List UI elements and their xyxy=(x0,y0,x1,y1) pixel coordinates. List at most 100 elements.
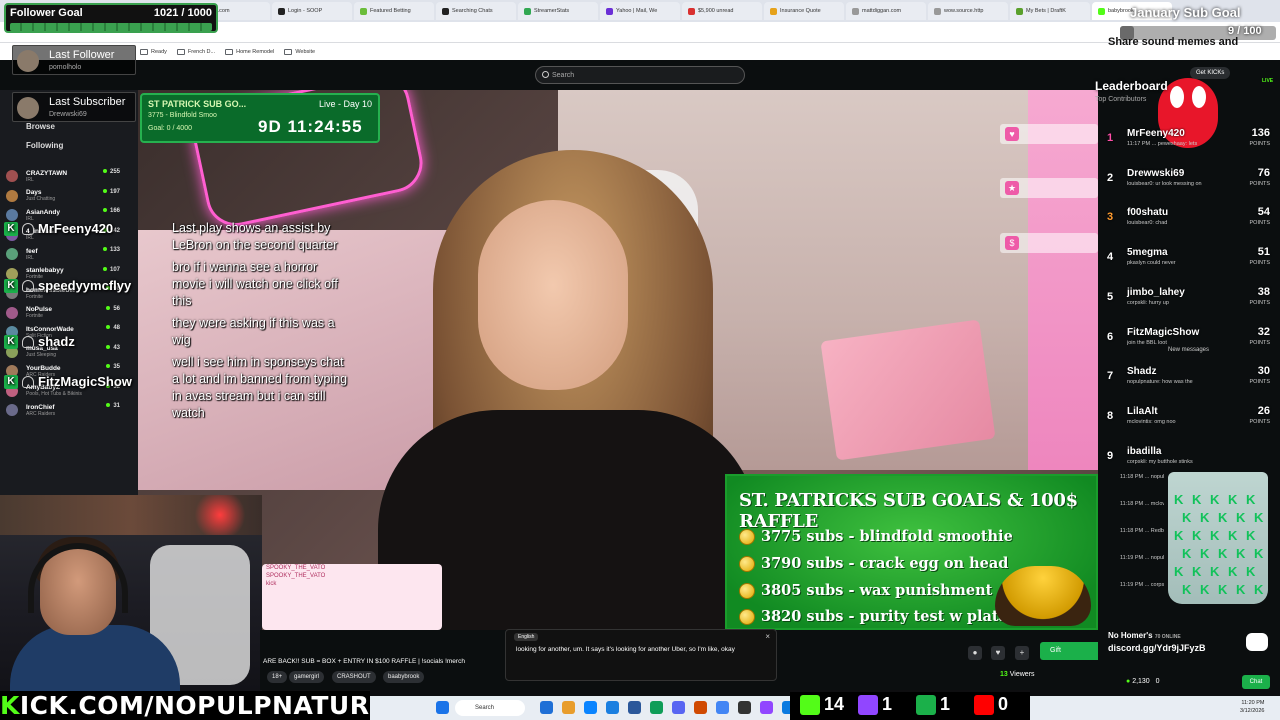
browser-tab[interactable]: Yahoo | Mail, We xyxy=(600,2,680,20)
sidebar-channel[interactable]: NoPulse Fortnite 56 xyxy=(6,303,134,323)
share-text: Share sound memes and xyxy=(1108,36,1239,48)
browser-tab[interactable]: StreamerStats xyxy=(518,2,598,20)
viewer-count-value: 107 xyxy=(109,266,120,273)
heart-icon: ♥ xyxy=(1005,127,1019,141)
browser-tab[interactable]: mattdiggan.com xyxy=(846,2,926,20)
browser-tab[interactable]: wow.source.http xyxy=(928,2,1008,20)
leaderboard-points: 26 xyxy=(1257,404,1270,417)
tag[interactable]: baabybrook xyxy=(383,671,425,683)
sidebar-channel[interactable]: IronChief ARC Raiders 31 xyxy=(6,400,134,420)
social-count: 14 xyxy=(800,694,844,715)
sidebar-channel[interactable]: CRAZYTAWN IRL 255 xyxy=(6,166,134,186)
user-icon xyxy=(22,335,34,348)
taskbar-app-icon[interactable] xyxy=(694,701,707,714)
taskbar-app-icon[interactable] xyxy=(716,701,729,714)
leaderboard-row: 3 f00shatu louisbear0: chad 54 POINTS xyxy=(1100,205,1276,233)
coin-icon xyxy=(739,608,755,625)
channel-category: IRL xyxy=(26,176,34,183)
last-follower-label: Last Follower xyxy=(49,49,115,61)
kick-logo-icon: K xyxy=(1236,510,1246,525)
kick-badge-icon: K xyxy=(4,334,18,349)
folder-icon xyxy=(284,48,293,55)
close-icon[interactable]: × xyxy=(765,632,770,641)
viewer-count-value: 56 xyxy=(113,305,120,312)
bell-icon[interactable]: ● xyxy=(968,646,982,660)
leaderboard-row: 4 5megma pkaslyn could never 51 POINTS xyxy=(1100,245,1276,273)
bookmark[interactable]: Home Remodel xyxy=(225,48,274,55)
taskbar-app-icon[interactable] xyxy=(628,701,641,714)
live-dot-icon xyxy=(106,305,111,310)
browser-tab[interactable]: My Bets | DraftK xyxy=(1010,2,1090,20)
browser-tab[interactable]: $5,900 unread xyxy=(682,2,762,20)
kicks-balance: ● 2,130 0 xyxy=(1126,678,1160,685)
live-dot-icon xyxy=(102,208,107,213)
leaderboard-row: 9 ibadilla corpskli: my butthole stinks xyxy=(1100,444,1276,472)
taskbar-app-icon[interactable] xyxy=(584,701,597,714)
leaderboard-name: Shadz xyxy=(1127,366,1157,378)
sidebar-channel[interactable]: feef IRL 133 xyxy=(6,244,134,264)
raffle-row-text: 3775 subs - blindfold smoothie xyxy=(761,528,1013,545)
bookmark[interactable]: Ready xyxy=(140,48,167,55)
get-kicks-button[interactable]: Get KICKs xyxy=(1190,67,1231,79)
tag[interactable]: gamergirl xyxy=(289,671,325,683)
viewer-count: 133 xyxy=(102,247,120,253)
taskbar-app-icon[interactable] xyxy=(738,701,751,714)
windows-start-icon[interactable] xyxy=(436,701,449,714)
browser-tab[interactable]: Featured Betting xyxy=(354,2,434,20)
browser-tab[interactable]: Searching Chats xyxy=(436,2,516,20)
chat-button[interactable]: Chat xyxy=(1242,675,1270,689)
social-platform-icon xyxy=(974,694,994,715)
social-count-value: 1 xyxy=(882,694,893,714)
channel-name: ItsConnorWade xyxy=(26,325,74,333)
taskbar-app-icon[interactable] xyxy=(672,701,685,714)
browser-tab[interactable]: Insurance Quote xyxy=(764,2,844,20)
search-input[interactable]: Search xyxy=(535,66,745,84)
leaderboard-rank: 7 xyxy=(1107,370,1114,383)
viewer-count-value: 197 xyxy=(109,188,120,195)
kick-badge-icon: K xyxy=(4,278,18,293)
last-subscriber-card: Last Subscriber Drewwski69 xyxy=(12,92,136,122)
taskbar-app-icon[interactable] xyxy=(650,701,663,714)
star-icon: ★ xyxy=(1005,181,1019,195)
plus-icon[interactable]: + xyxy=(1015,646,1029,660)
gift-subs-button[interactable]: Gift xyxy=(1040,642,1102,660)
taskbar-app-icon[interactable] xyxy=(606,701,619,714)
live-dot-icon xyxy=(106,344,111,349)
new-messages-indicator[interactable]: New messages xyxy=(1168,347,1209,353)
viewer-count-value: 43 xyxy=(113,344,120,351)
viewer-count: 13 Viewers xyxy=(1000,671,1035,678)
heart-icon[interactable]: ♥ xyxy=(991,646,1005,660)
browser-tab-label: Featured Betting xyxy=(370,8,411,14)
bookmark[interactable]: French D... xyxy=(176,48,215,55)
chat-message: 11:17 PM ... peweshaay: lets xyxy=(1127,141,1198,147)
tag[interactable]: 18+ xyxy=(267,671,288,683)
leaderboard-name: ibadilla xyxy=(1127,445,1162,457)
tag[interactable]: CRASHOUT xyxy=(332,671,376,683)
viewer-count-value: 133 xyxy=(109,247,120,253)
leaderboard-rank: 3 xyxy=(1107,211,1114,224)
caption-language-select[interactable]: English xyxy=(514,633,539,641)
live-dot-icon xyxy=(106,364,111,369)
last-subscriber-label: Last Subscriber xyxy=(49,96,126,108)
mini-chat-line: SPOOKY_THE_VATO xyxy=(266,573,326,579)
leaderboard-rank: 6 xyxy=(1107,330,1114,343)
points-label: POINTS xyxy=(1249,339,1270,346)
chat-line: well i see him in sponseys chat a lot an… xyxy=(172,355,348,420)
taskbar-app-icon[interactable] xyxy=(540,701,553,714)
browser-tab[interactable]: Login - SOOP xyxy=(272,2,352,20)
taskbar-search[interactable]: Search xyxy=(455,700,525,716)
sidebar-browse[interactable]: Browse xyxy=(26,122,55,131)
sidebar-channel[interactable]: Days Just Chatting 197 xyxy=(6,186,134,206)
kick-logo-icon: K xyxy=(1192,564,1202,579)
leaderboard-subtitle: Top Contributors xyxy=(1095,96,1147,103)
taskbar-app-icon[interactable] xyxy=(562,701,575,714)
kick-logo-icon: K xyxy=(1254,546,1264,561)
name-tag: K FitzMagicShow xyxy=(4,374,132,389)
live-dot-icon xyxy=(106,403,111,408)
bookmark[interactable]: Website xyxy=(284,48,315,55)
kick-logo-icon: K xyxy=(1192,528,1202,543)
taskbar-app-icon[interactable] xyxy=(760,701,773,714)
sidebar-following[interactable]: Following xyxy=(26,141,63,150)
follower-goal-title: Follower Goal xyxy=(10,7,83,19)
name-tag: K speedyymcflyy xyxy=(4,278,131,293)
